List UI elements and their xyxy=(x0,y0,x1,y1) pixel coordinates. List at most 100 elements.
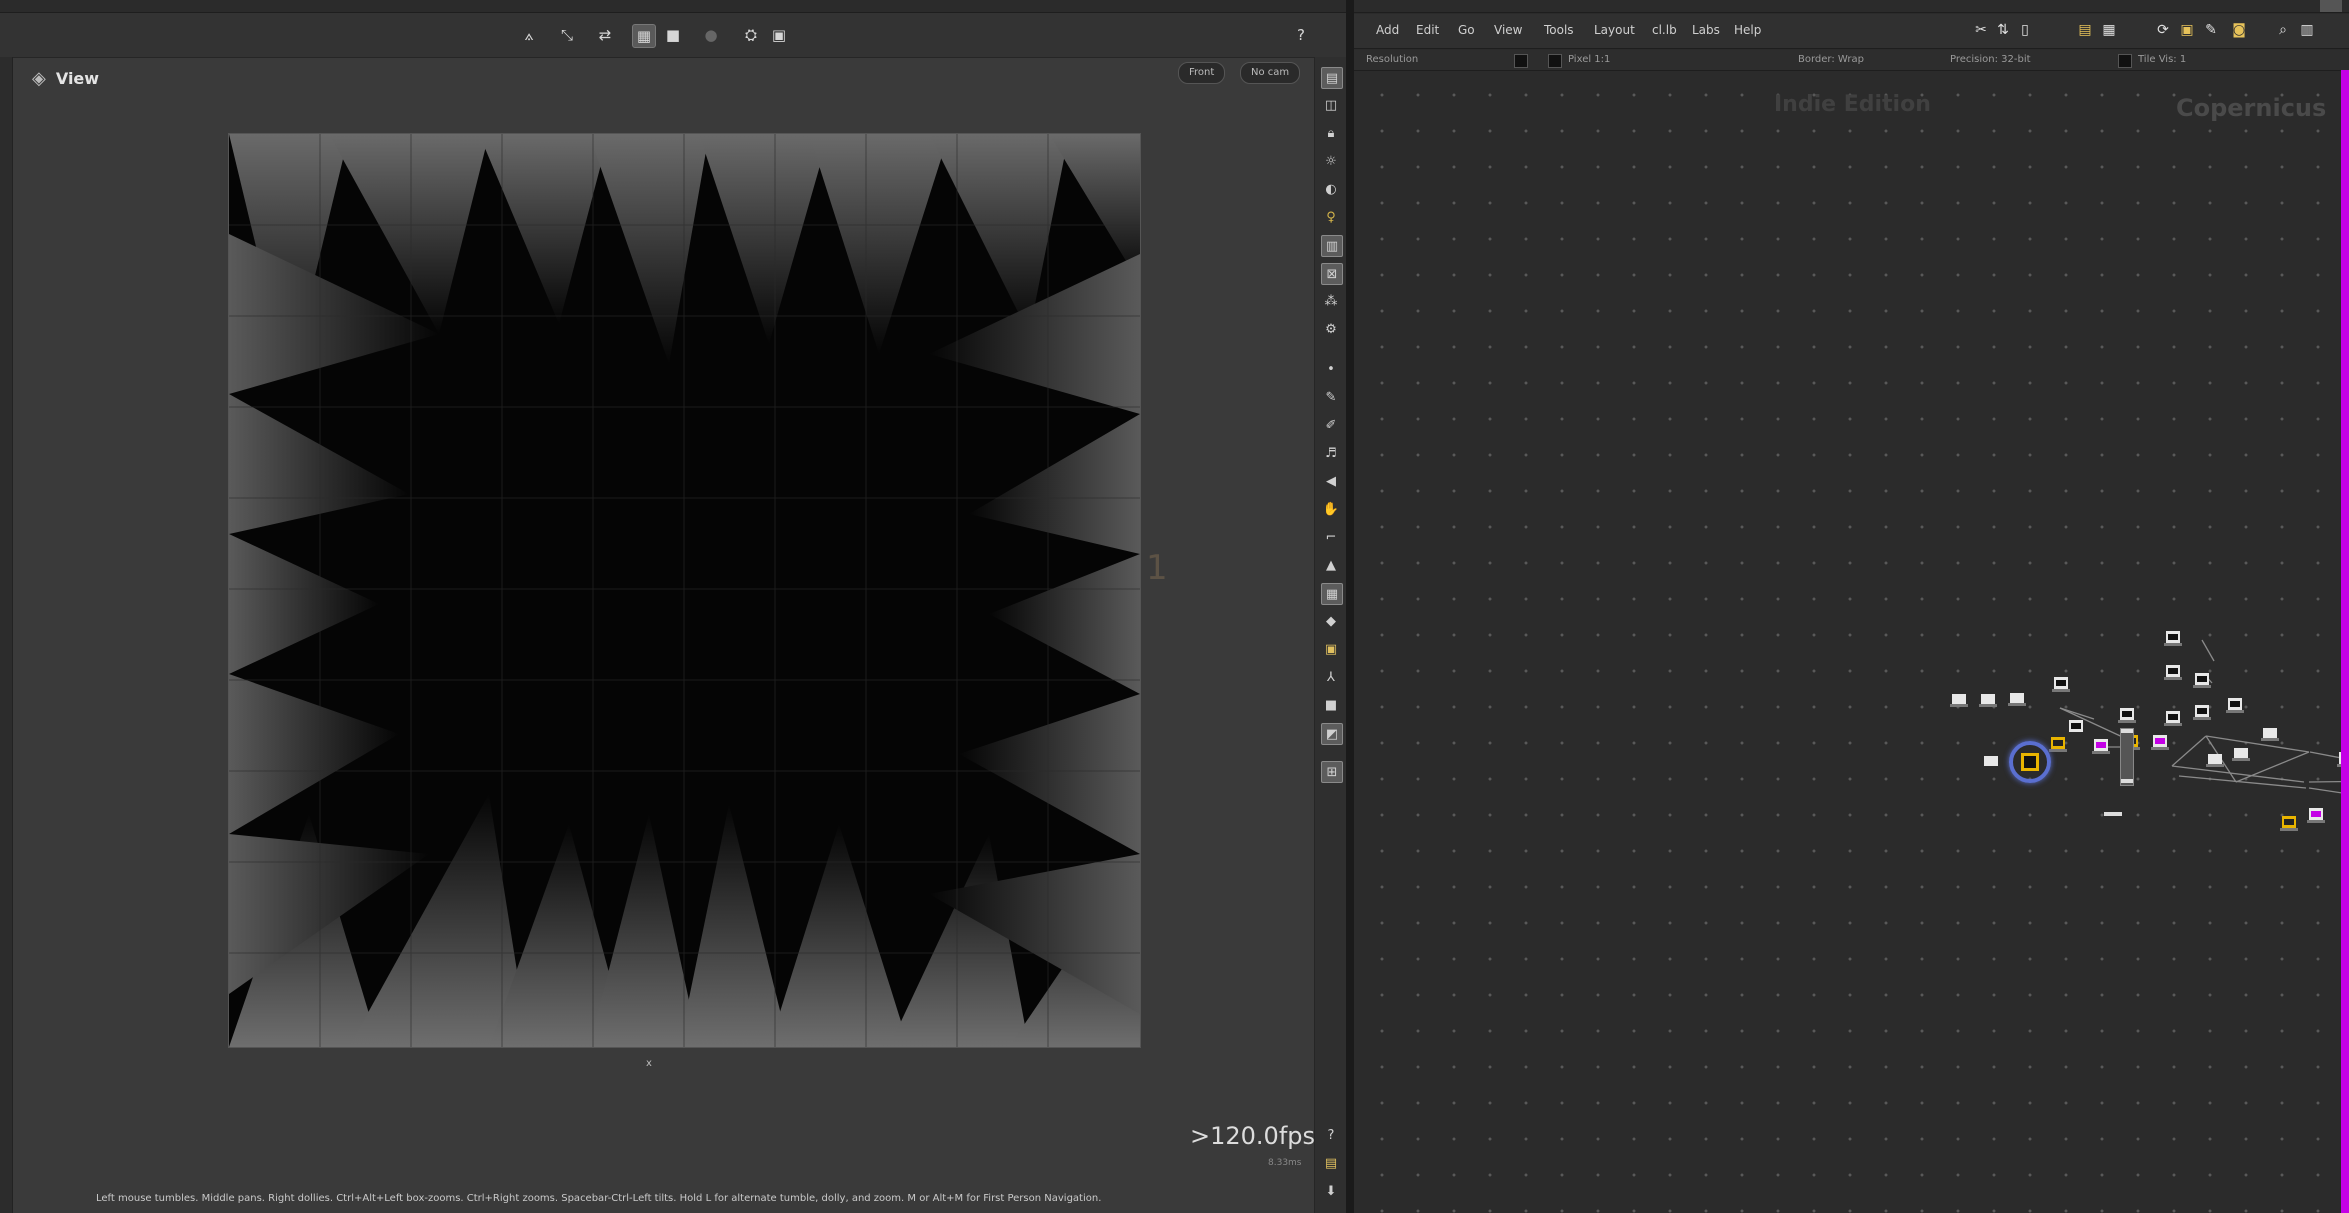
shade-icon[interactable]: ◐ xyxy=(1321,179,1341,199)
dot-icon[interactable]: • xyxy=(1321,359,1341,379)
lock-icon[interactable]: 🔒︎ xyxy=(1321,123,1341,143)
sticker-icon[interactable]: ◙ xyxy=(2230,21,2248,39)
camera-menu-button[interactable]: Front xyxy=(1178,62,1226,84)
network-scrollbar[interactable] xyxy=(2341,70,2349,1213)
selected-output-node[interactable] xyxy=(2009,741,2051,783)
scene-viewer-pane[interactable]: ⟑ ⤡ ⇄ ▦ ■ ● ⛭ ▣ ? ◈ View Front No cam 1 … xyxy=(0,0,1346,1213)
node[interactable] xyxy=(2226,698,2244,713)
node[interactable] xyxy=(2104,812,2122,816)
list-icon[interactable]: ⇅ xyxy=(1994,21,2012,39)
mound-icon[interactable]: ▲ xyxy=(1321,555,1341,575)
pixel-aspect-value[interactable]: Pixel 1:1 xyxy=(1568,54,1610,65)
square-icon[interactable]: ■ xyxy=(1321,695,1341,715)
bulb-icon[interactable]: ♀ xyxy=(1321,207,1341,227)
render-icon[interactable]: ◫ xyxy=(1321,95,1341,115)
node[interactable] xyxy=(1950,694,1968,707)
maximize-icon[interactable] xyxy=(2320,0,2342,12)
viewport-canvas[interactable] xyxy=(228,133,1141,1048)
split-icon[interactable]: ⅄ xyxy=(1321,667,1341,687)
merge-node[interactable] xyxy=(2120,728,2134,786)
node[interactable] xyxy=(2049,737,2067,752)
node[interactable] xyxy=(2280,816,2298,831)
node[interactable] xyxy=(2206,754,2224,767)
paint-icon[interactable]: ◀ xyxy=(1321,471,1341,491)
view-eye-icon[interactable]: ◈ xyxy=(32,68,46,89)
menu-tools[interactable]: Tools xyxy=(1544,23,1574,37)
display-options-icon[interactable]: ▤ xyxy=(1321,67,1343,89)
pose-icon[interactable]: ⟑ xyxy=(518,24,540,46)
light-bulb-icon[interactable]: ☼ xyxy=(1321,151,1341,171)
node[interactable] xyxy=(2193,673,2211,688)
node[interactable] xyxy=(2008,693,2026,706)
sticky-icon[interactable]: ▤ xyxy=(2076,21,2094,39)
node[interactable] xyxy=(2092,739,2110,754)
page-icon[interactable]: ▯ xyxy=(2016,21,2034,39)
handle-icon[interactable]: ▣ xyxy=(1321,639,1341,659)
frame-icon[interactable]: ⌐ xyxy=(1321,527,1341,547)
note-icon[interactable]: ▣ xyxy=(2178,21,2196,39)
node[interactable] xyxy=(2261,728,2279,741)
tools-icon[interactable]: ✂ xyxy=(1972,21,1990,39)
node[interactable] xyxy=(2307,808,2325,823)
node[interactable] xyxy=(1984,756,1998,766)
view-icon[interactable]: ⊞ xyxy=(1321,761,1343,783)
snap-icon[interactable]: ⇄ xyxy=(594,24,616,46)
sculpt-icon[interactable]: ✋ xyxy=(1321,499,1341,519)
resolution-toggle[interactable] xyxy=(1514,54,1528,68)
node[interactable] xyxy=(2232,748,2250,761)
wand-icon[interactable]: ⁂ xyxy=(1321,291,1341,311)
tile-vis-toggle[interactable] xyxy=(2118,54,2132,68)
network-tab-bar[interactable] xyxy=(1354,0,2349,13)
node[interactable] xyxy=(2164,711,2182,726)
curve-icon[interactable]: ♬ xyxy=(1321,443,1341,463)
gear-icon[interactable]: ⚙ xyxy=(1321,319,1341,339)
refresh-icon[interactable]: ⟳ xyxy=(2154,21,2172,39)
node[interactable] xyxy=(2164,665,2182,680)
node[interactable] xyxy=(2164,631,2182,646)
node[interactable] xyxy=(1979,694,1997,707)
split-pane-icon[interactable]: ▥ xyxy=(2298,21,2316,39)
note-icon[interactable]: ▤ xyxy=(1321,1153,1341,1173)
light-icon[interactable]: ■ xyxy=(662,24,684,46)
help-icon[interactable]: ? xyxy=(1290,24,1312,46)
brush-icon[interactable]: ✐ xyxy=(1321,415,1341,435)
node[interactable] xyxy=(2118,708,2136,723)
border-value[interactable]: Border: Wrap xyxy=(1798,54,1864,65)
handle-icon[interactable]: ⤡ xyxy=(556,24,578,46)
menu-add[interactable]: Add xyxy=(1376,23,1399,37)
menu-labs[interactable]: Labs xyxy=(1692,23,1720,37)
search-icon[interactable]: ⌕ xyxy=(2274,21,2292,39)
export-icon[interactable]: ⬇ xyxy=(1321,1181,1341,1201)
grid-snap-icon[interactable]: ▦ xyxy=(2100,21,2118,39)
menu-view[interactable]: View xyxy=(1494,23,1522,37)
node[interactable] xyxy=(2193,705,2211,720)
menu-go[interactable]: Go xyxy=(1458,23,1475,37)
pane-tab-bar[interactable] xyxy=(0,0,1346,13)
display-icon[interactable]: ▣ xyxy=(768,24,790,46)
menu-help[interactable]: Help xyxy=(1734,23,1761,37)
camera-icon[interactable]: ⛭ xyxy=(740,24,762,46)
node-graph[interactable] xyxy=(1354,71,2349,1213)
ref-icon[interactable]: ◩ xyxy=(1321,723,1343,745)
pen-icon[interactable]: ✎ xyxy=(1321,387,1341,407)
menu-edit[interactable]: Edit xyxy=(1416,23,1439,37)
left-shelf-strip[interactable] xyxy=(0,57,13,1213)
pixel-aspect-toggle[interactable] xyxy=(1548,54,1562,68)
precision-value[interactable]: Precision: 32-bit xyxy=(1950,54,2031,65)
axis-icon[interactable]: ⊠ xyxy=(1321,263,1343,285)
menu-layout[interactable]: Layout xyxy=(1594,23,1635,37)
pane-divider[interactable] xyxy=(1346,0,1354,1213)
edit-icon[interactable]: ✎ xyxy=(2202,21,2220,39)
no-cam-button[interactable]: No cam xyxy=(1240,62,1301,84)
tile-vis-value[interactable]: Tile Vis: 1 xyxy=(2138,54,2186,65)
help-circle-icon[interactable]: ? xyxy=(1321,1125,1341,1145)
grid-icon[interactable]: ▦ xyxy=(632,24,656,48)
node[interactable] xyxy=(2151,735,2169,750)
grid-toggle-icon[interactable]: ▦ xyxy=(1321,583,1343,605)
box-icon[interactable]: ▥ xyxy=(1321,235,1343,257)
network-editor-pane[interactable]: Add Edit Go View Tools Layout cl.lb Labs… xyxy=(1354,0,2349,1213)
node[interactable] xyxy=(2069,720,2083,732)
sphere-icon[interactable]: ● xyxy=(700,24,722,46)
node-icon[interactable]: ◆ xyxy=(1321,611,1341,631)
node[interactable] xyxy=(2052,677,2070,692)
